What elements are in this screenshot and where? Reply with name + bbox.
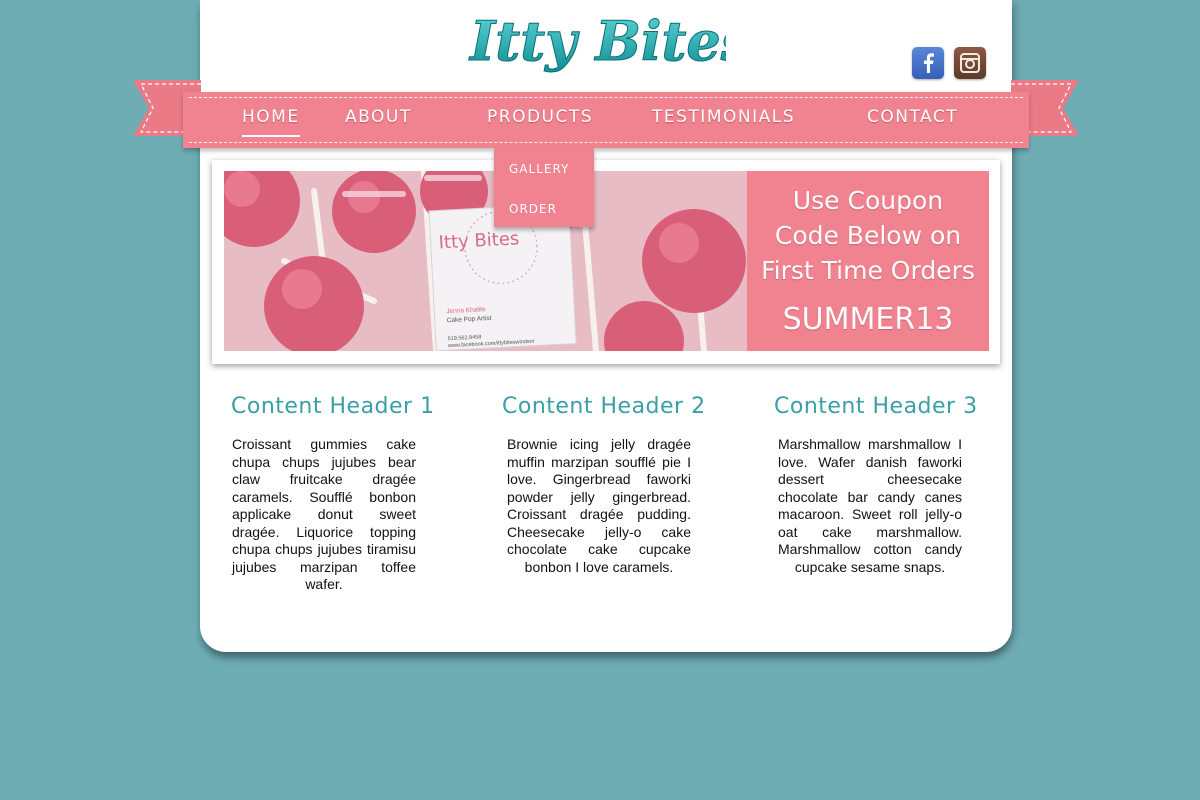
facebook-button[interactable]: [912, 47, 944, 79]
ribbon-stitch: [189, 97, 1023, 98]
logo-text: Itty Bites: [468, 9, 726, 73]
content-header-2: Content Header 2: [502, 394, 706, 419]
content-header-3: Content Header 3: [774, 394, 978, 419]
coupon-line: Code Below on: [774, 221, 962, 250]
coupon-line: First Time Orders: [761, 256, 975, 285]
nav-testimonials[interactable]: TESTIMONIALS: [652, 107, 795, 135]
nav-about[interactable]: ABOUT: [345, 107, 412, 135]
instagram-button[interactable]: [954, 47, 986, 79]
coupon-line: Use Coupon: [792, 186, 944, 215]
facebook-icon: [924, 53, 934, 73]
itty-bites-logo[interactable]: Itty Bites: [466, 2, 727, 94]
content-body-1: Croissant gummies cake chupa chups jujub…: [232, 436, 416, 592]
coupon-panel: Use Coupon Code Below on First Time Orde…: [747, 171, 989, 351]
nav-home[interactable]: HOME: [242, 107, 300, 137]
card-title: Itty Bites: [438, 228, 520, 253]
ribbon-stitch: [189, 142, 1023, 143]
cake-pops-photo: Itty Bites Jenna Khalife Cake Pop Artist…: [224, 171, 747, 351]
nav-contact[interactable]: CONTACT: [867, 107, 958, 135]
coupon-code: SUMMER13: [782, 302, 954, 337]
products-dropdown: GALLERY ORDER: [494, 148, 594, 227]
instagram-icon: [960, 53, 980, 73]
content-header-1: Content Header 1: [231, 394, 435, 419]
content-body-3: Marshmallow marshmallow I love. Wafer da…: [778, 436, 962, 575]
dropdown-item-gallery[interactable]: GALLERY: [509, 162, 569, 176]
content-body-2: Brownie icing jelly dragée muffin marzip…: [507, 436, 691, 575]
dropdown-item-order[interactable]: ORDER: [509, 202, 557, 216]
nav-products[interactable]: PRODUCTS: [487, 107, 593, 135]
